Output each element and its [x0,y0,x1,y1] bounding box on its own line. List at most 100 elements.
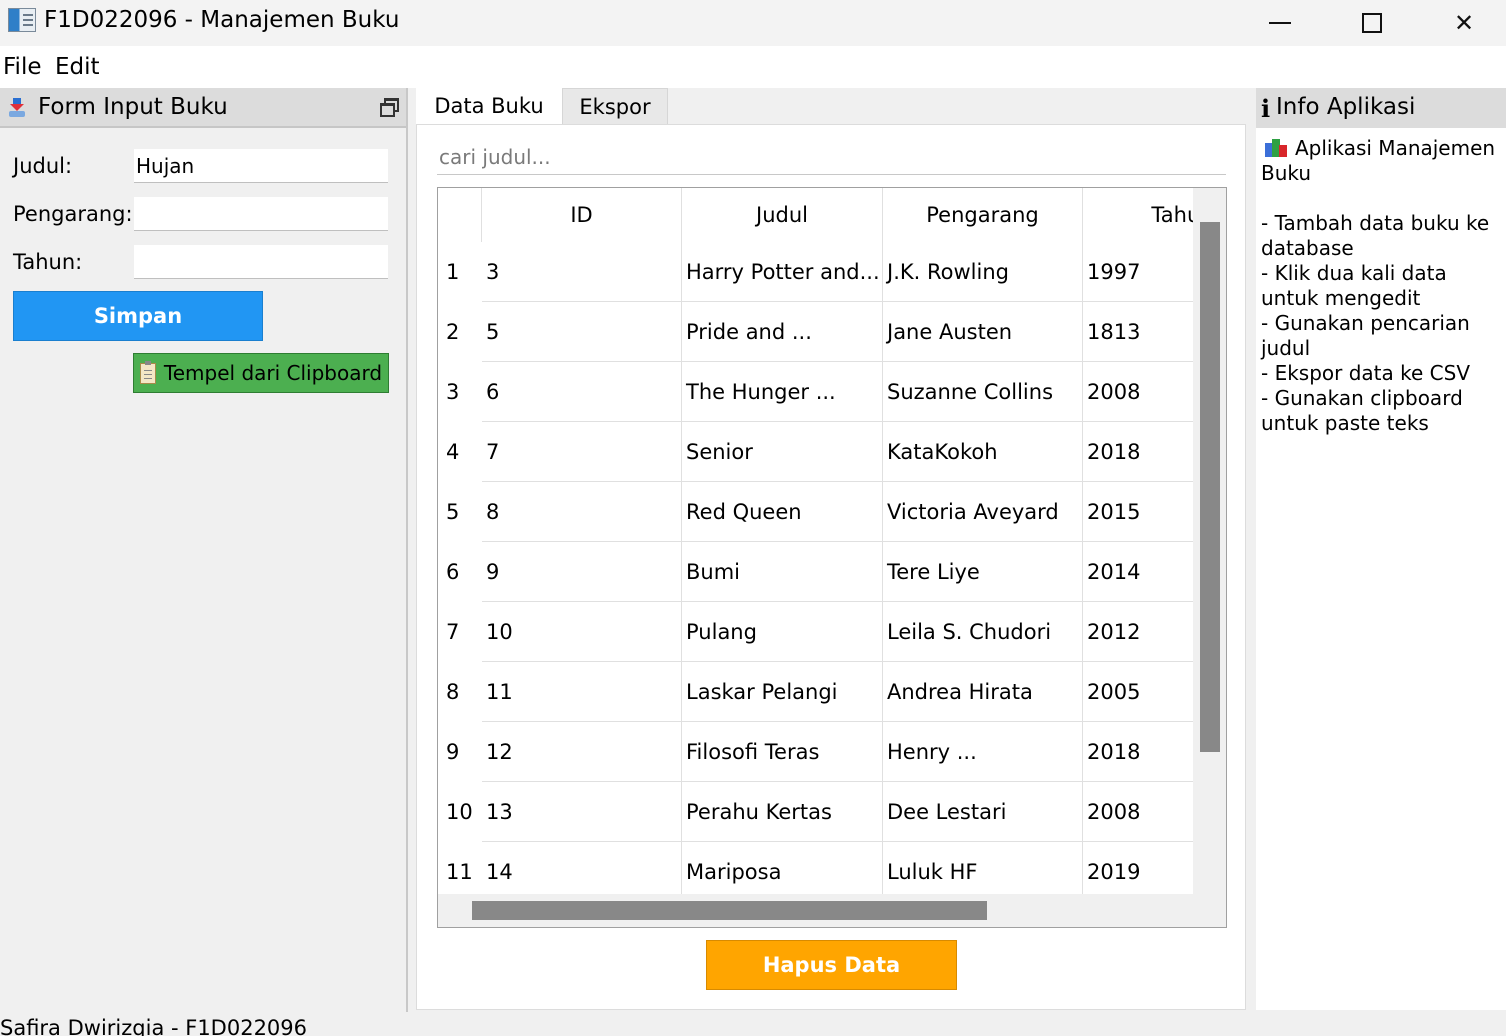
cell-tahun[interactable]: 2005 [1083,662,1193,722]
cell-id[interactable]: 13 [482,782,682,842]
cell-id[interactable]: 8 [482,482,682,542]
menu-file[interactable]: File [3,54,42,80]
column-header-pengarang[interactable]: Pengarang [883,188,1083,242]
cell-id[interactable]: 12 [482,722,682,782]
row-header[interactable]: 3 [438,362,482,422]
row-header[interactable]: 8 [438,662,482,722]
paste-clipboard-button[interactable]: Tempel dari Clipboard [133,353,389,393]
cell-pengarang[interactable]: Dee Lestari [883,782,1083,842]
cell-judul[interactable]: Pulang [682,602,883,662]
maximize-button[interactable] [1326,0,1418,46]
float-window-icon[interactable] [380,98,399,117]
main-panel: Data Buku Ekspor ID Judul Pengarang Tahu… [416,88,1246,1010]
cell-tahun[interactable]: 2008 [1083,362,1193,422]
judul-input[interactable] [134,149,388,183]
cell-pengarang[interactable]: Luluk HF [883,842,1083,894]
horizontal-scroll-thumb[interactable] [472,901,987,920]
row-header[interactable]: 11 [438,842,482,894]
cell-id[interactable]: 9 [482,542,682,602]
clipboard-icon [139,360,156,384]
cell-judul[interactable]: Red Queen [682,482,883,542]
cell-pengarang[interactable]: Suzanne Collins [883,362,1083,422]
cell-judul[interactable]: Laskar Pelangi [682,662,883,722]
minimize-button[interactable] [1234,0,1326,46]
form-dock: Form Input Buku Judul: Pengarang: Tahun:… [0,88,408,1012]
info-dock: i Info Aplikasi Aplikasi Manajemen Buku … [1256,88,1506,1010]
books-table: ID Judul Pengarang Tahun 13Harry Potter … [437,187,1227,928]
column-header-judul[interactable]: Judul [682,188,883,242]
row-header[interactable]: 6 [438,542,482,602]
row-header[interactable]: 5 [438,482,482,542]
delete-button[interactable]: Hapus Data [706,940,957,990]
cell-id[interactable]: 3 [482,242,682,302]
menu-edit[interactable]: Edit [55,54,100,80]
cell-judul[interactable]: Filosofi Teras [682,722,883,782]
close-icon: ✕ [1453,9,1475,37]
cell-pengarang[interactable]: Tere Liye [883,542,1083,602]
app-name: Aplikasi Manajemen Buku [1261,136,1505,186]
app-window-icon [8,8,36,32]
column-header-tahun[interactable]: Tahun [1083,188,1193,242]
cell-id[interactable]: 5 [482,302,682,362]
cell-judul[interactable]: Harry Potter and... [682,242,883,302]
pengarang-input[interactable] [134,197,388,231]
vertical-scroll-thumb[interactable] [1200,222,1220,752]
info-list: - Tambah data buku ke database - Klik du… [1261,211,1505,436]
search-input[interactable] [437,139,1226,175]
cell-pengarang[interactable]: Jane Austen [883,302,1083,362]
tab-bar: Data Buku Ekspor [416,88,1246,124]
cell-id[interactable]: 14 [482,842,682,894]
cell-tahun[interactable]: 2018 [1083,722,1193,782]
title-bar: F1D022096 - Manajemen Buku ✕ [0,0,1506,46]
info-item: - Ekspor data ke CSV [1261,361,1471,385]
books-icon [1265,139,1287,157]
minimize-icon [1269,22,1291,24]
row-header[interactable]: 1 [438,242,482,302]
cell-judul[interactable]: The Hunger ... [682,362,883,422]
cell-tahun[interactable]: 2019 [1083,842,1193,894]
cell-id[interactable]: 6 [482,362,682,422]
app-name-text: Aplikasi Manajemen Buku [1261,136,1496,185]
info-item: - Klik dua kali data untuk mengedit [1261,261,1447,310]
cell-judul[interactable]: Bumi [682,542,883,602]
cell-pengarang[interactable]: Leila S. Chudori [883,602,1083,662]
cell-id[interactable]: 7 [482,422,682,482]
judul-label: Judul: [13,154,73,178]
save-button[interactable]: Simpan [13,291,263,341]
row-header[interactable]: 4 [438,422,482,482]
row-header[interactable]: 10 [438,782,482,842]
cell-tahun[interactable]: 1813 [1083,302,1193,362]
row-header[interactable]: 2 [438,302,482,362]
tab-data-buku[interactable]: Data Buku [416,88,562,124]
cell-pengarang[interactable]: Victoria Aveyard [883,482,1083,542]
cell-pengarang[interactable]: Henry ... [883,722,1083,782]
status-text: Safira Dwirizqia - F1D022096 [0,1016,308,1036]
row-header[interactable]: 9 [438,722,482,782]
row-header[interactable]: 7 [438,602,482,662]
cell-pengarang[interactable]: Andrea Hirata [883,662,1083,722]
cell-pengarang[interactable]: KataKokoh [883,422,1083,482]
info-icon: i [1261,94,1271,123]
book-input-icon [9,98,25,117]
data-buku-pane: ID Judul Pengarang Tahun 13Harry Potter … [416,124,1246,1010]
column-header-id[interactable]: ID [482,188,682,242]
tahun-input[interactable] [134,245,388,279]
cell-tahun[interactable]: 2012 [1083,602,1193,662]
status-bar: Safira Dwirizqia - F1D022096 [0,1012,1506,1036]
close-button[interactable]: ✕ [1418,0,1506,46]
cell-judul[interactable]: Pride and ... [682,302,883,362]
cell-judul[interactable]: Senior [682,422,883,482]
cell-id[interactable]: 11 [482,662,682,722]
cell-tahun[interactable]: 2018 [1083,422,1193,482]
cell-judul[interactable]: Perahu Kertas [682,782,883,842]
cell-tahun[interactable]: 2014 [1083,542,1193,602]
cell-id[interactable]: 10 [482,602,682,662]
cell-tahun[interactable]: 2008 [1083,782,1193,842]
cell-judul[interactable]: Mariposa [682,842,883,894]
tab-ekspor[interactable]: Ekspor [562,88,668,124]
cell-pengarang[interactable]: J.K. Rowling [883,242,1083,302]
window-title: F1D022096 - Manajemen Buku [44,7,400,33]
cell-tahun[interactable]: 2015 [1083,482,1193,542]
cell-tahun[interactable]: 1997 [1083,242,1193,302]
info-item: - Gunakan pencarian judul [1261,311,1470,360]
